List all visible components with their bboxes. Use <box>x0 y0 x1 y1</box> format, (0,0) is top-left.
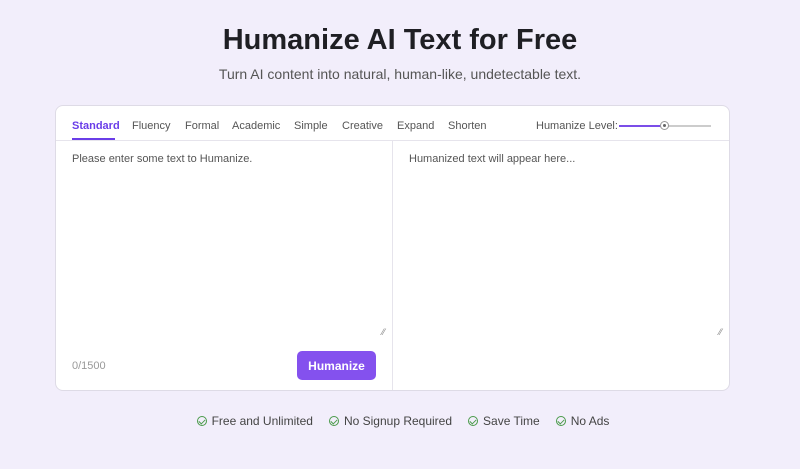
tab-shorten[interactable]: Shorten <box>448 120 487 132</box>
tab-creative[interactable]: Creative <box>342 120 383 132</box>
check-circle-icon <box>196 416 207 426</box>
feature-item: No Ads <box>555 414 610 428</box>
feature-label: Save Time <box>483 414 540 428</box>
slider-fill <box>619 125 665 127</box>
slider-thumb[interactable] <box>660 121 670 130</box>
tab-simple[interactable]: Simple <box>294 120 328 132</box>
feature-item: Save Time <box>468 414 540 428</box>
output-placeholder: Humanized text will appear here... <box>409 153 576 165</box>
output-textarea[interactable]: Humanized text will appear here... ⁄⁄ <box>393 141 729 390</box>
tab-standard[interactable]: Standard <box>72 120 120 132</box>
feature-label: No Ads <box>570 414 610 428</box>
mode-tabs: Standard Fluency Formal Academic Simple … <box>56 106 729 141</box>
tab-academic[interactable]: Academic <box>232 120 280 132</box>
check-circle-icon <box>468 416 479 426</box>
character-count: 0/1500 <box>72 360 106 372</box>
input-placeholder: Please enter some text to Humanize. <box>72 153 253 165</box>
humanize-button[interactable]: Humanize <box>297 351 376 380</box>
tab-fluency[interactable]: Fluency <box>132 120 171 132</box>
humanize-level-slider[interactable] <box>619 121 711 130</box>
active-tab-indicator <box>72 138 115 140</box>
humanizer-card: Standard Fluency Formal Academic Simple … <box>55 105 730 391</box>
feature-item: No Signup Required <box>328 414 453 428</box>
feature-label: Free and Unlimited <box>211 414 313 428</box>
feature-item: Free and Unlimited <box>196 414 313 428</box>
features-list: Free and Unlimited No Signup Required Sa… <box>0 414 800 428</box>
resize-handle-icon[interactable]: ⁄⁄ <box>382 327 385 337</box>
resize-handle-icon[interactable]: ⁄⁄ <box>719 327 722 337</box>
page-title: Humanize AI Text for Free <box>222 24 578 56</box>
page-subtitle: Turn AI content into natural, human-like… <box>218 66 582 82</box>
check-circle-icon <box>328 416 339 426</box>
input-textarea[interactable]: Please enter some text to Humanize. ⁄⁄ 0… <box>56 141 393 390</box>
check-circle-icon <box>555 416 566 426</box>
tab-formal[interactable]: Formal <box>185 120 219 132</box>
feature-label: No Signup Required <box>343 414 453 428</box>
humanize-level-label: Humanize Level: <box>536 120 618 132</box>
tab-expand[interactable]: Expand <box>397 120 434 132</box>
